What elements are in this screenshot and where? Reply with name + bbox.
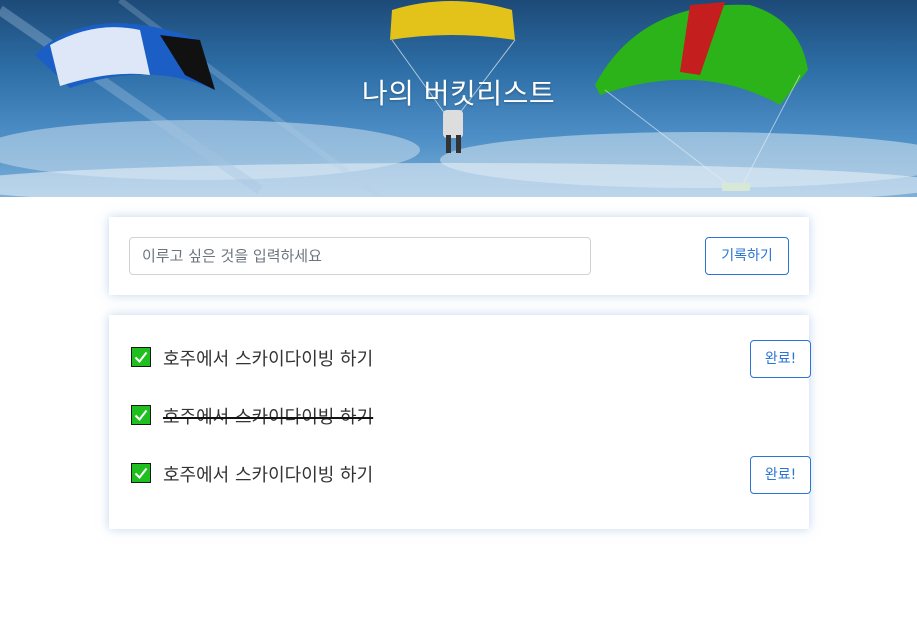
input-card: 기록하기 [109, 217, 809, 295]
bucket-list-card: 호주에서 스카이다이빙 하기 완료! 호주에서 스카이다이빙 하기 호주에서 스… [109, 315, 811, 529]
list-item-text: 호주에서 스카이다이빙 하기 [163, 349, 374, 370]
hero-banner: 나의 버킷리스트 [0, 0, 917, 197]
page-title: 나의 버킷리스트 [361, 77, 556, 110]
complete-button[interactable]: 완료! [750, 340, 811, 378]
check-icon [131, 463, 151, 483]
list-item: 호주에서 스카이다이빙 하기 완료! [131, 340, 811, 378]
record-button[interactable]: 기록하기 [705, 237, 789, 275]
list-item: 호주에서 스카이다이빙 하기 완료! [131, 456, 811, 494]
bucket-item-input[interactable] [129, 237, 591, 275]
list-item-text-completed: 호주에서 스카이다이빙 하기 [163, 407, 374, 428]
list-item: 호주에서 스카이다이빙 하기 [131, 401, 791, 431]
list-item-text: 호주에서 스카이다이빙 하기 [163, 465, 374, 486]
check-icon [131, 347, 151, 367]
check-icon [131, 405, 151, 425]
complete-button[interactable]: 완료! [750, 456, 811, 494]
